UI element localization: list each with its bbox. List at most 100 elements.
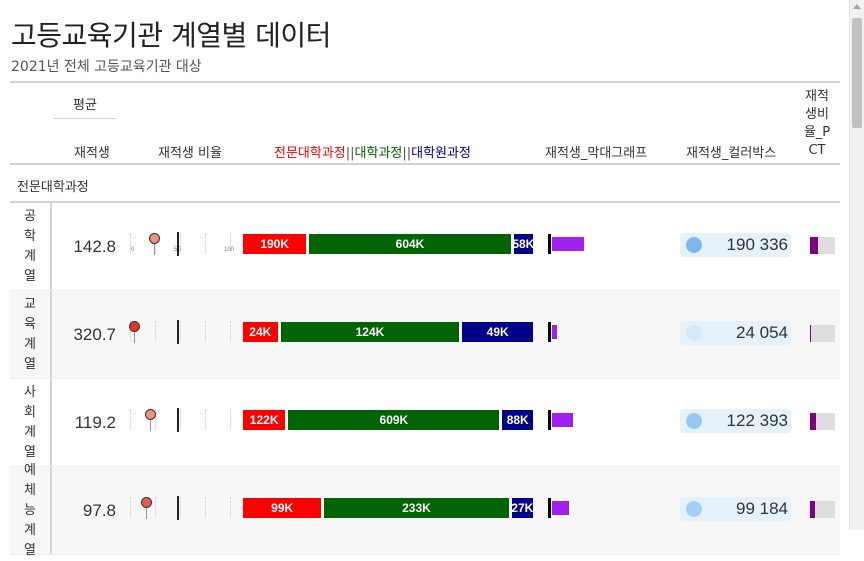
row-label-divider	[50, 291, 52, 378]
ratio-gridline	[130, 409, 132, 429]
column-group-underline	[54, 118, 116, 119]
ratio-gridline	[205, 321, 207, 341]
enrollment-bar-fill	[552, 237, 585, 251]
enrollment-bar-baseline	[548, 234, 551, 254]
ratio-lollipop-dot	[148, 233, 160, 244]
row-label-cell: 공학계열	[10, 203, 50, 290]
enrollment-bar-fill	[552, 413, 573, 427]
enrollment-color-box: 122 393	[680, 409, 791, 433]
program-stacked-bar: 190K 604K 58K	[243, 234, 533, 254]
enrollment-bar-baseline	[548, 410, 551, 430]
legend-separator: ||	[402, 146, 412, 161]
ratio-lollipop-dot	[128, 321, 140, 332]
ratio-pct-bar	[810, 325, 835, 342]
stack-segment-graduate: 88K	[502, 410, 533, 430]
enrollment-color-box: 190 336	[680, 233, 791, 257]
stack-segment-university: 609K	[288, 410, 500, 430]
legend-university: 대학과정	[354, 146, 403, 161]
ratio-pct-fill	[810, 325, 812, 342]
stack-segment-university: 604K	[309, 234, 511, 254]
table-row: 사회계열 119.2 122K 609K 88K 122 393	[10, 379, 840, 467]
enrollment-bar-fill	[552, 325, 557, 339]
enrollment-color-box: 24 054	[680, 321, 791, 345]
row-label-cell: 교육계열	[10, 291, 50, 378]
table-row: 교육계열 320.7 24K 124K 49K 24 054	[10, 291, 840, 379]
ratio-pct-bar	[810, 413, 835, 430]
column-header-avg[interactable]: 재적생	[74, 142, 110, 161]
ratio-pct-bar	[810, 501, 835, 518]
ratio-reference-line	[177, 320, 179, 344]
row-label-divider	[50, 467, 52, 554]
table-row: 예체능계열 97.8 99K 233K 27K 99 184	[10, 463, 840, 558]
column-header-ratio[interactable]: 재적생 비율	[158, 142, 222, 161]
ratio-pct-bar	[810, 237, 835, 254]
avg-value: 119.2	[74, 412, 116, 432]
ratio-gridline	[180, 321, 182, 341]
legend-separator: ||	[345, 146, 355, 161]
row-label-divider	[50, 379, 52, 466]
color-dot-icon	[686, 413, 702, 429]
ratio-axis-label: 0	[131, 247, 135, 253]
program-stacked-bar: 99K 233K 27K	[243, 498, 533, 518]
row-label: 사회계열	[24, 384, 36, 460]
ratio-bullet-chart: 050100	[130, 232, 235, 257]
color-dot-icon	[686, 325, 702, 341]
ratio-reference-line	[177, 232, 179, 256]
color-dot-icon	[686, 501, 702, 517]
ratio-gridline	[180, 409, 182, 429]
ratio-pct-fill	[810, 501, 815, 518]
legend-graduate: 대학원과정	[411, 146, 471, 161]
ratio-bullet-chart	[130, 408, 234, 433]
row-label-divider	[50, 203, 52, 290]
ratio-lollipop-stem	[150, 419, 151, 431]
ratio-bullet-chart	[130, 496, 234, 521]
stack-segment-university: 124K	[280, 322, 460, 342]
ratio-gridline	[230, 497, 232, 517]
scroll-up-arrow-icon[interactable]	[853, 4, 861, 9]
section-label: 전문대학과정	[17, 180, 89, 195]
row-label-cell: 예체능계열	[10, 463, 50, 558]
vertical-scrollbar[interactable]	[849, 0, 864, 530]
enrollment-count: 99 184	[736, 499, 788, 518]
ratio-gridline	[155, 497, 157, 517]
program-stacked-bar: 122K 609K 88K	[243, 410, 533, 430]
column-header-stack[interactable]: 전문대학과정||대학과정||대학원과정	[274, 142, 471, 161]
column-header-bar[interactable]: 재적생_막대그래프	[545, 142, 647, 161]
enrollment-bar-fill	[552, 501, 570, 515]
stack-segment-junior-college: 122K	[243, 410, 286, 430]
table-body: 공학계열142.8050100190K604K58K190 336교육계열320…	[10, 203, 840, 558]
scroll-thumb[interactable]	[852, 18, 862, 128]
ratio-pct-fill	[810, 237, 819, 254]
row-label-cell: 사회계열	[10, 379, 50, 466]
legend-junior-college: 전문대학과정	[274, 146, 346, 161]
enrollment-color-box: 99 184	[680, 497, 791, 521]
stack-segment-university: 233K	[324, 498, 509, 518]
ratio-pct-fill	[810, 413, 816, 430]
ratio-gridline	[155, 321, 157, 341]
column-header-pct[interactable]: 재적생비율_PCT	[800, 88, 834, 160]
ratio-bullet-chart	[128, 320, 234, 345]
stack-segment-junior-college: 99K	[243, 498, 322, 518]
ratio-reference-line	[177, 408, 179, 432]
ratio-gridline	[205, 409, 207, 429]
ratio-gridline	[230, 409, 232, 429]
table-top-rule	[10, 81, 840, 83]
enrollment-bar-baseline	[548, 322, 551, 342]
column-group-header: 평균	[73, 98, 97, 113]
ratio-axis-label: 100	[224, 247, 235, 253]
ratio-reference-line	[177, 496, 179, 520]
column-header-box[interactable]: 재적생_컬러박스	[686, 142, 776, 161]
color-dot-icon	[686, 237, 702, 253]
ratio-gridline	[205, 233, 207, 253]
enrollment-count: 24 054	[736, 323, 788, 342]
enrollment-bar-baseline	[548, 498, 551, 518]
stack-segment-graduate: 27K	[511, 498, 533, 518]
row-label: 교육계열	[24, 296, 36, 372]
ratio-lollipop-dot	[140, 497, 152, 508]
row-label: 예체능계열	[24, 462, 36, 558]
ratio-gridline	[205, 497, 207, 517]
header-bottom-rule	[10, 163, 840, 165]
page-title: 고등교육기관 계열별 데이터	[11, 19, 331, 52]
ratio-lollipop-stem	[134, 331, 135, 343]
page-subtitle: 2021년 전체 고등교육기관 대상	[11, 59, 202, 75]
